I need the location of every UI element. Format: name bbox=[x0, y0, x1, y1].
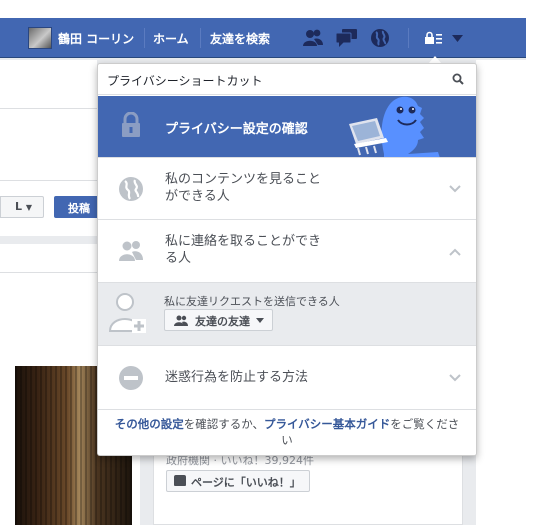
footer-text: い bbox=[281, 433, 293, 447]
page-edge bbox=[526, 0, 543, 525]
row-label-line2: ができる人 bbox=[165, 189, 230, 204]
left-feed-panel bbox=[0, 60, 97, 180]
friend-request-setting: 私に友達リクエストを送信できる人 友達の友達 bbox=[98, 282, 476, 346]
post-button[interactable]: 投稿 bbox=[54, 196, 102, 218]
row-label-line2: る人 bbox=[165, 251, 192, 266]
globe-icon bbox=[119, 177, 143, 201]
dropdown-footer: その他の設定を確認するか、プライバシー基本ガイドをご覧くださ い bbox=[98, 409, 476, 455]
more-settings-link[interactable]: その他の設定 bbox=[115, 417, 184, 431]
friend-request-audience-select[interactable]: 友達の友達 bbox=[164, 309, 273, 331]
footer-text: をご覧くださ bbox=[390, 417, 460, 431]
stop-harassment-row[interactable]: 迷惑行為を防止する方法 bbox=[98, 346, 476, 409]
friends-icon bbox=[174, 315, 188, 326]
account-menu-icon[interactable] bbox=[452, 35, 463, 42]
dropdown-title: プライバシーショートカット bbox=[107, 74, 263, 88]
privacy-dinosaur-icon bbox=[349, 96, 440, 158]
search-icon[interactable] bbox=[452, 73, 464, 85]
privacy-shortcuts-icon[interactable] bbox=[424, 31, 444, 45]
top-strip bbox=[0, 0, 543, 18]
dropdown-header: プライバシーショートカット bbox=[98, 64, 476, 95]
chevron-down-icon bbox=[256, 318, 264, 323]
friend-requests-icon[interactable] bbox=[302, 28, 324, 48]
home-link[interactable]: ホーム bbox=[153, 30, 189, 47]
audience-select-label: L bbox=[15, 200, 23, 213]
row-label-line1: 迷惑行為を防止する方法 bbox=[165, 370, 309, 385]
messages-icon[interactable] bbox=[335, 28, 359, 48]
nav-divider bbox=[200, 28, 201, 48]
thumbs-up-icon bbox=[174, 475, 186, 486]
who-can-see-my-stuff-row[interactable]: 私のコンテンツを見ること ができる人 bbox=[98, 157, 476, 219]
divider bbox=[0, 272, 97, 273]
divider bbox=[0, 108, 97, 109]
friend-request-audience-value: 友達の友達 bbox=[195, 315, 250, 328]
nav-divider bbox=[144, 28, 145, 48]
add-friend-icon bbox=[108, 293, 146, 333]
find-friends-link[interactable]: 友達を検索 bbox=[210, 30, 270, 47]
nav-divider bbox=[408, 28, 409, 48]
friends-icon bbox=[119, 241, 143, 261]
lock-icon bbox=[122, 112, 140, 137]
audience-select[interactable]: L ▼ bbox=[0, 196, 44, 218]
row-label-line1: 私のコンテンツを見ること bbox=[165, 172, 322, 187]
chevron-down-icon: ▼ bbox=[25, 203, 33, 212]
feed-story-panel bbox=[0, 244, 97, 364]
like-page-label: ページに「いいね！」 bbox=[191, 476, 301, 489]
like-page-button[interactable]: ページに「いいね！」 bbox=[166, 470, 310, 492]
notifications-globe-icon[interactable] bbox=[370, 28, 390, 48]
avatar[interactable] bbox=[28, 27, 52, 49]
privacy-checkup-label: プライバシー設定の確認 bbox=[165, 122, 308, 137]
privacy-basics-link[interactable]: プライバシー基本ガイド bbox=[264, 417, 390, 431]
chevron-up-icon bbox=[449, 248, 461, 256]
row-label-line1: 私に連絡を取ることができ bbox=[165, 234, 322, 249]
chevron-down-icon bbox=[449, 374, 461, 382]
who-can-contact-me-row[interactable]: 私に連絡を取ることができ る人 bbox=[98, 219, 476, 282]
privacy-shortcuts-dropdown: プライバシーショートカット プライバシー設定の確認 私のコンテンツを見ること が… bbox=[97, 63, 477, 456]
profile-link[interactable]: 鶴田 コーリン bbox=[58, 30, 134, 47]
block-icon bbox=[119, 366, 143, 390]
chevron-down-icon bbox=[449, 185, 461, 193]
privacy-checkup-button[interactable]: プライバシー設定の確認 bbox=[98, 96, 476, 158]
friend-request-question: 私に友達リクエストを送信できる人 bbox=[164, 295, 340, 308]
footer-text: を確認するか、 bbox=[183, 417, 264, 431]
right-column-panel bbox=[476, 60, 526, 525]
